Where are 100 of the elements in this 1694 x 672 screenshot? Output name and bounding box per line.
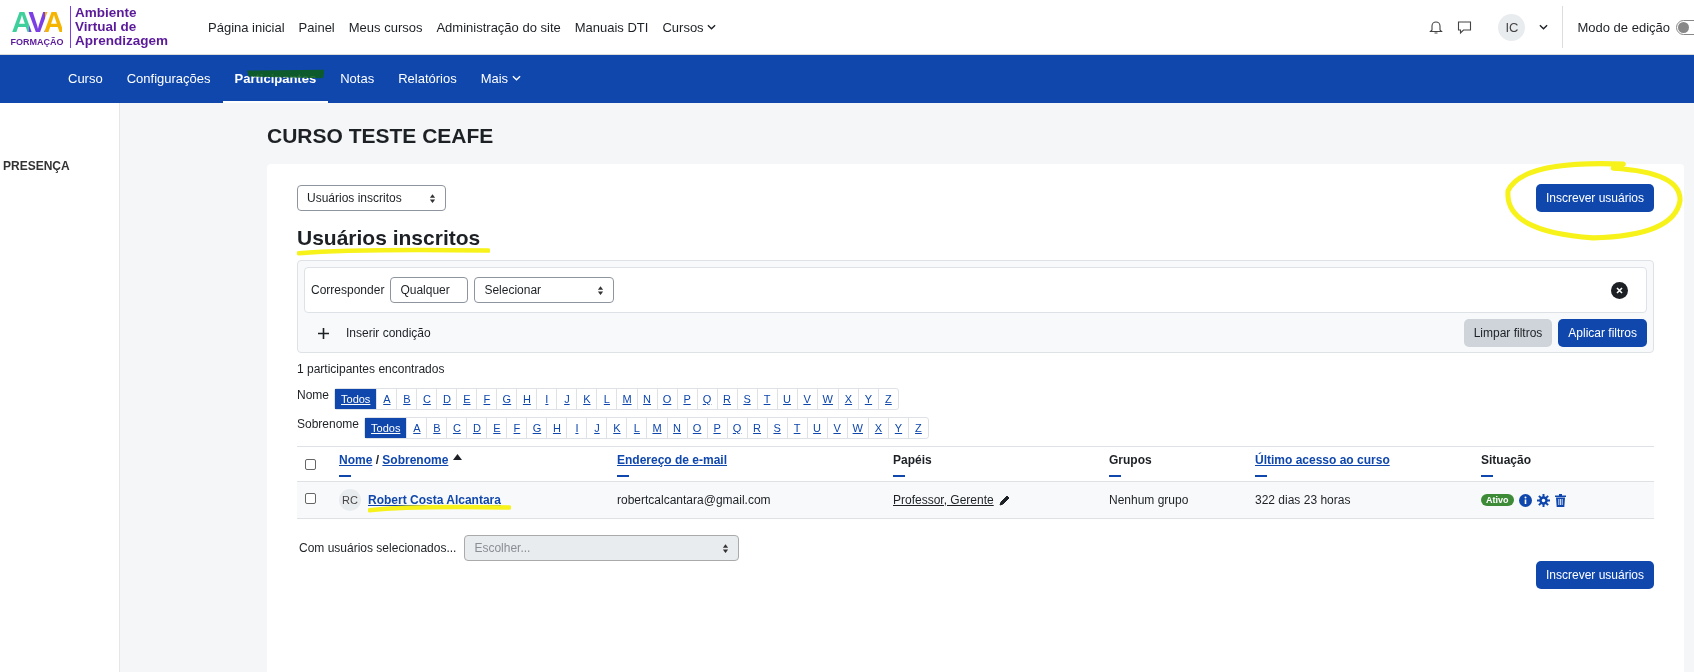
initial-filter-link[interactable]: H bbox=[516, 389, 537, 409]
match-label: Corresponder bbox=[311, 283, 385, 297]
add-condition-button[interactable]: Inserir condição bbox=[304, 326, 439, 340]
view-select[interactable]: Usuários inscritos bbox=[297, 185, 446, 211]
initial-filter-link[interactable]: B bbox=[426, 418, 447, 438]
edit-mode-toggle[interactable] bbox=[1676, 19, 1694, 35]
user-avatar: RC bbox=[339, 489, 361, 511]
course-tab[interactable]: Configurações bbox=[114, 55, 223, 103]
apply-filters-button[interactable]: Aplicar filtros bbox=[1558, 319, 1647, 347]
initial-filter-link[interactable]: Z bbox=[877, 389, 898, 409]
initial-filter-link[interactable]: Y bbox=[887, 418, 908, 438]
initial-filter-link[interactable]: A bbox=[406, 418, 427, 438]
bulk-action-label: Com usuários selecionados... bbox=[299, 541, 457, 555]
initial-filter-link[interactable]: V bbox=[796, 389, 817, 409]
initial-filter-link[interactable]: J bbox=[556, 389, 577, 409]
initial-filter-link[interactable]: L bbox=[626, 418, 647, 438]
sort-arrows-icon bbox=[722, 542, 730, 554]
remove-condition-icon[interactable] bbox=[1611, 281, 1628, 299]
initial-filter-link[interactable]: Z bbox=[907, 418, 928, 438]
initial-filter-link[interactable]: Y bbox=[857, 389, 878, 409]
initial-filter-link[interactable]: G bbox=[526, 418, 547, 438]
clear-filters-button[interactable]: Limpar filtros bbox=[1463, 319, 1553, 347]
plus-icon bbox=[318, 327, 329, 339]
initial-filter-link[interactable]: M bbox=[616, 389, 637, 409]
initial-filter-link[interactable]: Q bbox=[696, 389, 717, 409]
initial-filter-link[interactable]: D bbox=[436, 389, 457, 409]
course-tab[interactable]: Relatórios bbox=[386, 55, 469, 103]
initial-filter-link[interactable]: Todos bbox=[365, 418, 407, 438]
initial-filter-link[interactable]: N bbox=[666, 418, 687, 438]
sort-arrows-icon bbox=[429, 192, 436, 204]
sort-arrows-icon bbox=[597, 284, 605, 296]
initial-filter-link[interactable]: V bbox=[826, 418, 847, 438]
settings-icon[interactable] bbox=[1536, 493, 1550, 507]
initial-filter-link[interactable]: J bbox=[586, 418, 607, 438]
initial-filter-link[interactable]: W bbox=[846, 418, 868, 438]
course-tab[interactable]: Curso bbox=[56, 55, 115, 103]
initial-filter-link[interactable]: E bbox=[486, 418, 507, 438]
roles-link[interactable]: Professor, Gerente bbox=[893, 493, 994, 507]
chat-icon[interactable] bbox=[1457, 19, 1473, 35]
initial-filter-link[interactable]: S bbox=[766, 418, 787, 438]
pencil-icon[interactable] bbox=[998, 494, 1011, 506]
initial-filter-link[interactable]: I bbox=[566, 418, 587, 438]
initial-filter-link[interactable]: Q bbox=[726, 418, 747, 438]
info-icon[interactable] bbox=[1518, 493, 1532, 507]
initial-filter-link[interactable]: I bbox=[536, 389, 557, 409]
nav-link[interactable]: Painel bbox=[298, 19, 335, 35]
initial-filter-link[interactable]: R bbox=[716, 389, 737, 409]
initial-filter-link[interactable]: K bbox=[606, 418, 627, 438]
nav-link[interactable]: Meus cursos bbox=[348, 19, 423, 35]
initial-filter-link[interactable]: E bbox=[456, 389, 477, 409]
initial-filter-link[interactable]: T bbox=[786, 418, 807, 438]
nav-link[interactable]: Página inicial bbox=[208, 19, 285, 35]
initial-filter-link[interactable]: U bbox=[776, 389, 797, 409]
column-sort-link[interactable]: Nome bbox=[339, 453, 373, 467]
initial-filter-link[interactable]: R bbox=[746, 418, 767, 438]
initial-filter-link[interactable]: F bbox=[476, 389, 497, 409]
user-avatar[interactable]: IC bbox=[1498, 13, 1526, 41]
initial-filter-link[interactable]: A bbox=[376, 389, 397, 409]
initial-filter-link[interactable]: S bbox=[736, 389, 757, 409]
bell-icon[interactable] bbox=[1429, 19, 1444, 35]
initial-filter-link[interactable]: N bbox=[636, 389, 657, 409]
initial-filter-link[interactable]: X bbox=[837, 389, 858, 409]
initial-filter-link[interactable]: M bbox=[646, 418, 667, 438]
nav-link[interactable]: Manuais DTI bbox=[574, 19, 649, 35]
initial-filter-link[interactable]: P bbox=[676, 389, 697, 409]
initial-filter-link[interactable]: T bbox=[756, 389, 777, 409]
initial-filter-link[interactable]: C bbox=[446, 418, 467, 438]
delete-icon[interactable] bbox=[1554, 493, 1566, 507]
column-sort-link[interactable]: Sobrenome bbox=[382, 453, 449, 467]
select-all-checkbox[interactable] bbox=[305, 459, 316, 470]
initial-filter-link[interactable]: H bbox=[546, 418, 567, 438]
initial-filter-link[interactable]: W bbox=[816, 389, 838, 409]
initial-filter-link[interactable]: Todos bbox=[335, 389, 377, 409]
user-name-link[interactable]: Robert Costa Alcantara bbox=[368, 493, 501, 507]
initial-filter-link[interactable]: U bbox=[806, 418, 827, 438]
condition-select[interactable]: Selecionar bbox=[474, 277, 615, 303]
initial-filter-link[interactable]: G bbox=[496, 389, 517, 409]
enrol-users-button[interactable]: Inscrever usuários bbox=[1535, 561, 1654, 589]
initial-filter-link[interactable]: F bbox=[506, 418, 527, 438]
initial-filter-link[interactable]: O bbox=[686, 418, 707, 438]
initial-filter-link[interactable]: C bbox=[416, 389, 437, 409]
sidebar-item[interactable]: PRESENÇA bbox=[0, 159, 119, 173]
initial-filter-link[interactable]: X bbox=[867, 418, 888, 438]
column-sort-link[interactable]: Último acesso ao curso bbox=[1255, 453, 1390, 467]
row-checkbox[interactable] bbox=[305, 493, 316, 504]
initial-filter-link[interactable]: B bbox=[396, 389, 417, 409]
match-select[interactable]: Qualquer bbox=[390, 277, 469, 303]
section-heading: Usuários inscritos bbox=[297, 226, 481, 249]
course-tab[interactable]: Mais bbox=[468, 55, 534, 103]
initial-filter-link[interactable]: O bbox=[656, 389, 677, 409]
nav-link[interactable]: Cursos bbox=[662, 19, 716, 35]
initial-filter-link[interactable]: D bbox=[466, 418, 487, 438]
nav-link[interactable]: Administração do site bbox=[436, 19, 561, 35]
course-tab[interactable]: Notas bbox=[328, 55, 387, 103]
site-name: Ambiente Virtual de Aprendizagem bbox=[70, 6, 169, 48]
column-sort-link[interactable]: Endereço de e-mail bbox=[617, 453, 728, 467]
initial-filter-link[interactable]: L bbox=[596, 389, 617, 409]
enrol-users-button[interactable]: Inscrever usuários bbox=[1535, 184, 1654, 212]
initial-filter-link[interactable]: P bbox=[706, 418, 727, 438]
initial-filter-link[interactable]: K bbox=[576, 389, 597, 409]
